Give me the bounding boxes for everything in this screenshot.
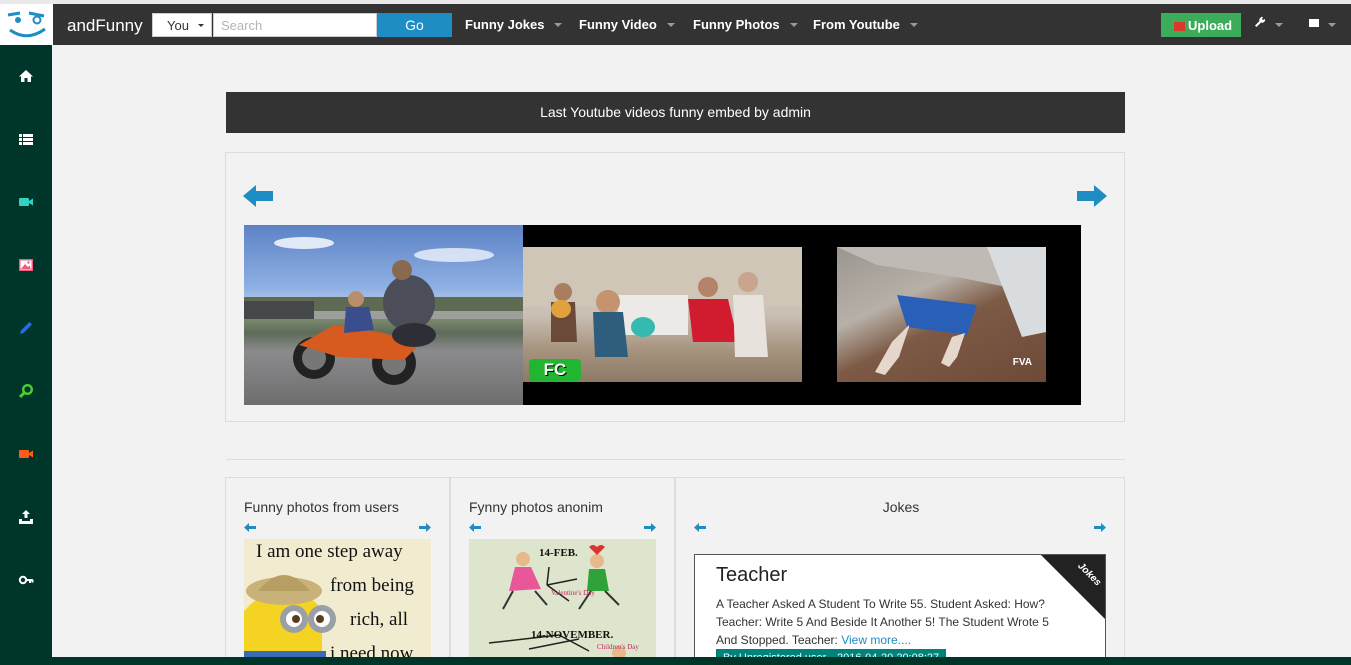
menu-funny-photos[interactable]: Funny Photos: [693, 17, 798, 32]
messages-chevron-down-icon[interactable]: [1328, 23, 1336, 27]
arrow-left-icon[interactable]: [243, 185, 273, 207]
video-camera-icon: [19, 450, 33, 458]
home-icon: [19, 70, 33, 82]
search-input[interactable]: [213, 13, 377, 37]
sidebar-item-login[interactable]: [18, 572, 34, 588]
menu-label: Funny Video: [579, 17, 657, 32]
tools-chevron-down-icon[interactable]: [1275, 23, 1283, 27]
sidebar-item-youtube[interactable]: [18, 446, 34, 462]
arrow-left-icon[interactable]: [244, 523, 256, 532]
photo-caption-line: Children's Day: [597, 643, 639, 651]
photo-caption-line: rich, all: [350, 609, 409, 630]
users-photos-box: Funny photos from users I am one step aw…: [225, 477, 450, 665]
joke-title[interactable]: Teacher: [716, 564, 787, 587]
go-button[interactable]: Go: [377, 13, 452, 37]
sidebar-item-photo[interactable]: [18, 257, 34, 273]
anon-photos-title: Fynny photos anonim: [469, 499, 603, 515]
brand-name[interactable]: andFunny: [67, 16, 143, 36]
chevron-down-icon: [198, 24, 204, 27]
photo-caption-line: 14-NOVEMBER.: [531, 629, 614, 641]
upload-icon: [1174, 22, 1185, 31]
envelope-icon[interactable]: [1309, 19, 1319, 27]
joke-card[interactable]: Jokes Teacher A Teacher Asked A Student …: [694, 554, 1106, 665]
menu-funny-jokes[interactable]: Funny Jokes: [465, 17, 563, 32]
sidebar-item-edit[interactable]: [18, 320, 34, 336]
sidebar-item-home[interactable]: [18, 68, 34, 84]
arrow-left-icon[interactable]: [694, 523, 706, 532]
video-badge: FVA: [1012, 357, 1032, 368]
chevron-down-icon: [554, 23, 563, 27]
smiley-logo-icon: [7, 11, 46, 38]
upload-button[interactable]: Upload: [1161, 13, 1241, 37]
wrench-icon[interactable]: [1254, 15, 1266, 31]
arrow-right-icon[interactable]: [644, 523, 656, 532]
upload-tray-icon: [19, 510, 33, 524]
user-photo-minion[interactable]: I am one step away from being rich, all …: [244, 539, 431, 665]
chevron-down-icon: [789, 23, 798, 27]
video-thumb-motorcycle[interactable]: [244, 225, 523, 405]
video-filmstrip: FC FVA: [244, 225, 1081, 405]
video-thumb-balloon-party[interactable]: FC: [523, 247, 802, 382]
video-thumb-stuck-under[interactable]: FVA: [837, 247, 1046, 382]
menu-label: Funny Photos: [693, 17, 780, 32]
sidebar: [0, 45, 52, 665]
top-navbar: andFunny You Go Funny Jokes Funny Video …: [0, 4, 1351, 45]
search-icon: [18, 383, 34, 399]
arrow-right-icon[interactable]: [1094, 523, 1106, 532]
chevron-down-icon: [666, 23, 675, 27]
search-scope-select[interactable]: You: [152, 13, 212, 37]
anon-photos-box: Fynny photos anonim 14-FEB. Valentine's …: [450, 477, 675, 665]
upload-label: Upload: [1188, 18, 1233, 33]
youtube-carousel: FC FVA: [225, 152, 1125, 422]
menu-label: Funny Jokes: [465, 17, 545, 32]
video-camera-icon: [19, 198, 33, 206]
joke-text: A Teacher Asked A Student To Write 55. S…: [716, 595, 1061, 649]
menu-from-youtube[interactable]: From Youtube: [813, 17, 918, 32]
photo-caption-line: Valentine's Day: [551, 589, 595, 597]
menu-funny-video[interactable]: Funny Video: [579, 17, 675, 32]
jokes-box: Jokes Jokes Teacher A Teacher Asked A St…: [675, 477, 1125, 665]
sidebar-item-list[interactable]: [18, 131, 34, 147]
arrow-right-icon[interactable]: [1077, 185, 1107, 207]
section-divider: [226, 459, 1125, 460]
arrow-right-icon[interactable]: [419, 523, 431, 532]
sidebar-item-video[interactable]: [18, 194, 34, 210]
photo-caption-line: from being: [330, 575, 414, 596]
site-logo[interactable]: [0, 4, 53, 45]
video-badge: FC: [529, 359, 581, 381]
list-icon: [19, 134, 33, 145]
jokes-title: Jokes: [882, 499, 920, 515]
photo-caption-line: I am one step away: [256, 541, 403, 562]
photo-caption-line: 14-FEB.: [539, 547, 578, 559]
menu-label: From Youtube: [813, 17, 900, 32]
sidebar-item-upload[interactable]: [18, 509, 34, 525]
search-scope-value: You: [167, 18, 189, 33]
bottom-bar: [52, 657, 1351, 665]
view-more-link[interactable]: View more....: [841, 633, 911, 647]
pencil-icon: [20, 322, 32, 334]
sidebar-item-search[interactable]: [18, 383, 34, 399]
motorcycle-illustration: [244, 237, 523, 385]
youtube-section-title: Last Youtube videos funny embed by admin: [226, 92, 1125, 133]
anon-photo-cartoon[interactable]: 14-FEB. Valentine's Day 14-NOVEMBER. Chi…: [469, 539, 656, 665]
chevron-down-icon: [909, 23, 918, 27]
users-photos-title: Funny photos from users: [244, 499, 399, 515]
picture-icon: [19, 259, 33, 271]
arrow-left-icon[interactable]: [469, 523, 481, 532]
key-icon: [18, 575, 34, 585]
